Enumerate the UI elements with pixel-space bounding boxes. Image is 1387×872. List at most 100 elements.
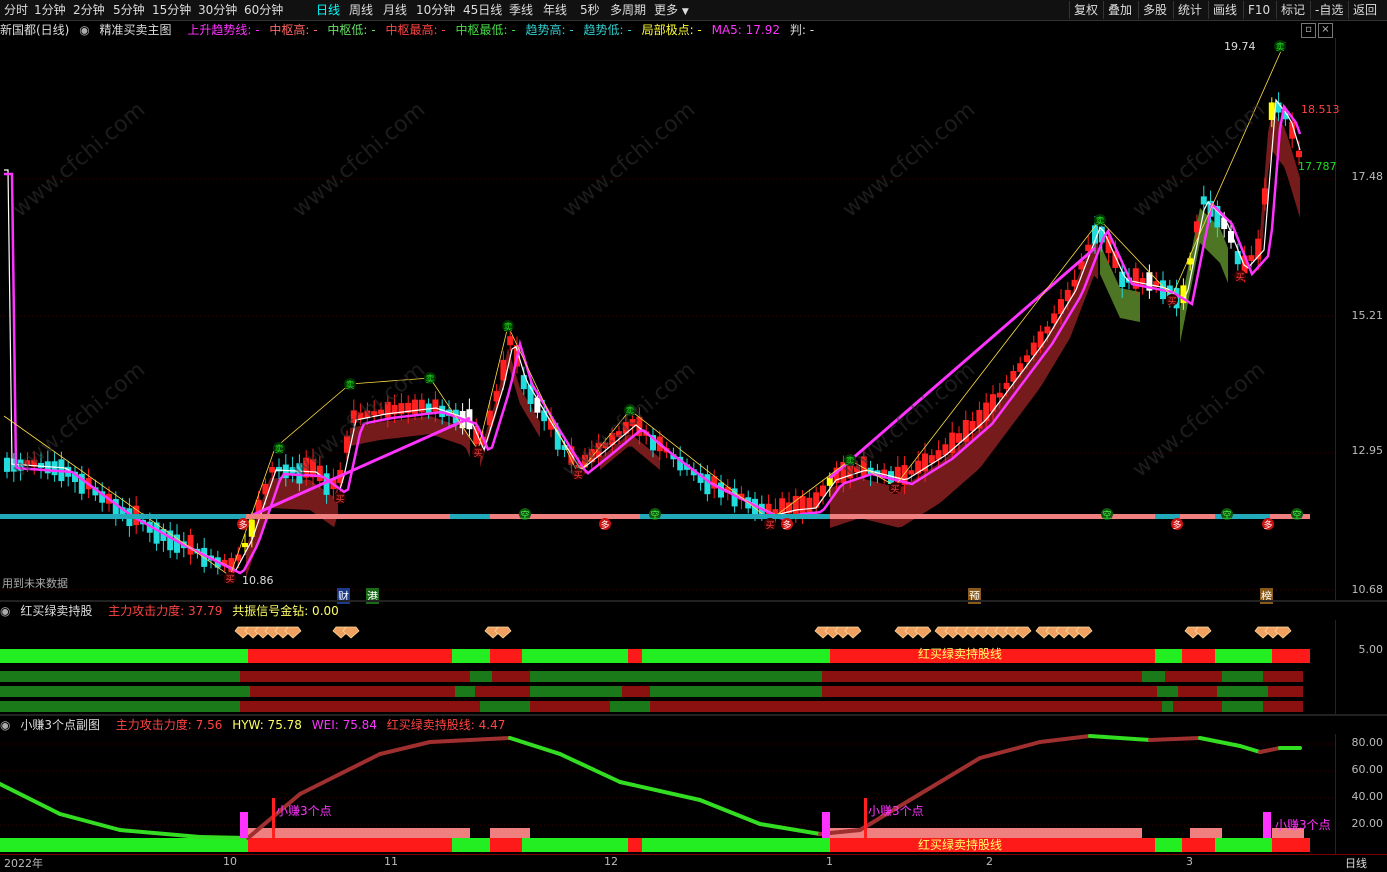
main-candlestick-chart[interactable]: 卖卖卖卖卖卖卖卖买买买买买买买买多多多多多空空空空空 www.cfchi.com… [0,38,1336,600]
high-price-label: 19.74 [1224,40,1256,53]
period-tab[interactable]: 周线 [349,2,373,18]
candle-body [990,394,996,412]
circle-menu-icon: ◉ [0,718,11,732]
buy-signal-text: 买 [765,520,774,531]
back-button[interactable]: 返回 [1348,1,1381,19]
hold-band [490,649,522,663]
period-tab[interactable]: 月线 [383,2,407,18]
long-signal-text: 多 [1263,519,1272,531]
candle-body [1296,150,1302,158]
legend-uptrend: 上升趋势线: - [187,23,260,37]
short-signal-text: 空 [1292,509,1301,521]
candle-body [983,402,990,422]
x-label-month: 11 [384,855,398,868]
period-tab[interactable]: 5分钟 [113,2,145,18]
candle-body [262,483,269,495]
period-tab[interactable]: 2分钟 [73,2,105,18]
statistics-button[interactable]: 统计 [1173,1,1206,19]
oscillator-line [618,780,702,802]
y-tick: 12.95 [1351,444,1384,457]
candle-body [1017,363,1024,372]
period-tab[interactable]: 10分钟 [416,2,455,18]
upper-price-label: 18.513 [1301,103,1340,116]
restore-rights-button[interactable]: 复权 [1069,1,1102,19]
watermark-text: www.cfchi.com [558,97,700,222]
period-tab[interactable]: 15分钟 [152,2,191,18]
period-tab[interactable]: 年线 [543,2,567,18]
signal-bar [740,514,830,519]
period-tab-active[interactable]: 日线 [316,2,340,18]
candle-body [1085,244,1092,251]
oscillator-line [558,752,622,784]
legend-hyw: HYW: 75.78 [232,718,302,732]
trend-row [822,701,1162,712]
candle-body [1200,196,1207,205]
trend-row [610,701,650,712]
overlay-button[interactable]: 叠加 [1103,1,1136,19]
period-tab[interactable]: 季线 [509,2,533,18]
low-price-label: 10.86 [242,574,274,587]
mark-button[interactable]: 标记 [1276,1,1309,19]
profit-oscillator-chart[interactable] [0,734,1336,854]
indicator-menu[interactable]: ◉ 小赚3个点副图 [0,718,106,732]
indicator-menu[interactable]: ◉ 红买绿卖持股 [0,604,98,618]
hold-band [1182,649,1215,663]
short-signal-text: 空 [1102,509,1111,521]
hold-band [1155,649,1182,663]
period-tab[interactable]: 30分钟 [198,2,237,18]
y-tick: 20.00 [1351,817,1384,830]
oscillator-line [428,736,512,744]
candle-body [799,496,806,515]
hold-band [1215,649,1272,663]
minimize-panel-button[interactable]: ▫ [1301,23,1316,38]
trend-row [1222,701,1263,712]
hold-band [628,649,642,663]
trend-row [530,686,622,697]
trend-row [480,701,530,712]
period-tab[interactable]: 60分钟 [244,2,283,18]
long-signal-text: 多 [238,519,247,531]
trend-line [4,98,1301,571]
main-y-axis: 17.48 15.21 12.95 10.68 [1335,38,1387,600]
period-tab[interactable]: 5秒 [580,2,600,18]
band-label: 红买绿卖持股线 [918,838,1003,852]
candle-body [704,474,711,495]
close-panel-button[interactable]: × [1318,23,1333,38]
candle-body [1234,251,1241,265]
legend-ma5: MA5: 17.92 [711,23,781,37]
short-signal-text: 空 [520,509,529,521]
trend-row [1162,701,1173,712]
multi-stock-button[interactable]: 多股 [1138,1,1171,19]
period-tab[interactable]: 多周期 [610,2,646,18]
more-menu[interactable]: 更多 ▼ [654,2,689,18]
y-tick: 40.00 [1351,790,1384,803]
trend-row [0,671,240,682]
indicator-menu[interactable]: ◉ 精准买卖主图 [79,23,177,37]
hold-band [1272,649,1310,663]
add-favorite-button[interactable]: -自选 [1310,1,1347,19]
signal-bar [246,514,450,519]
signal-label: 小赚3个点 [1275,818,1331,832]
signal-label: 小赚3个点 [276,804,332,818]
signal-spike [1263,812,1271,838]
period-tab[interactable]: 45日线 [463,2,502,18]
sell-signal-text: 卖 [503,322,512,333]
period-tab[interactable]: 分时 [4,2,28,18]
buy-signal-text: 买 [1235,272,1244,283]
f10-button[interactable]: F10 [1243,1,1274,19]
oscillator-line [1088,734,1152,742]
candle-body [432,399,439,412]
diamond-signal [342,626,360,639]
period-tab[interactable]: 1分钟 [34,2,66,18]
trend-row [530,671,822,682]
watermark-text: www.cfchi.com [1128,357,1270,482]
period-indicator[interactable]: 日线 [1345,855,1367,871]
draw-line-button[interactable]: 画线 [1208,1,1241,19]
candle-body [507,336,514,346]
long-signal-text: 多 [1172,519,1181,531]
hold-signal-chart[interactable] [0,620,1336,714]
diamond-signal [284,626,302,639]
legend-center-high: 中枢高: - [269,23,318,37]
diamond-signal [1014,626,1032,639]
candle-body [51,461,58,476]
